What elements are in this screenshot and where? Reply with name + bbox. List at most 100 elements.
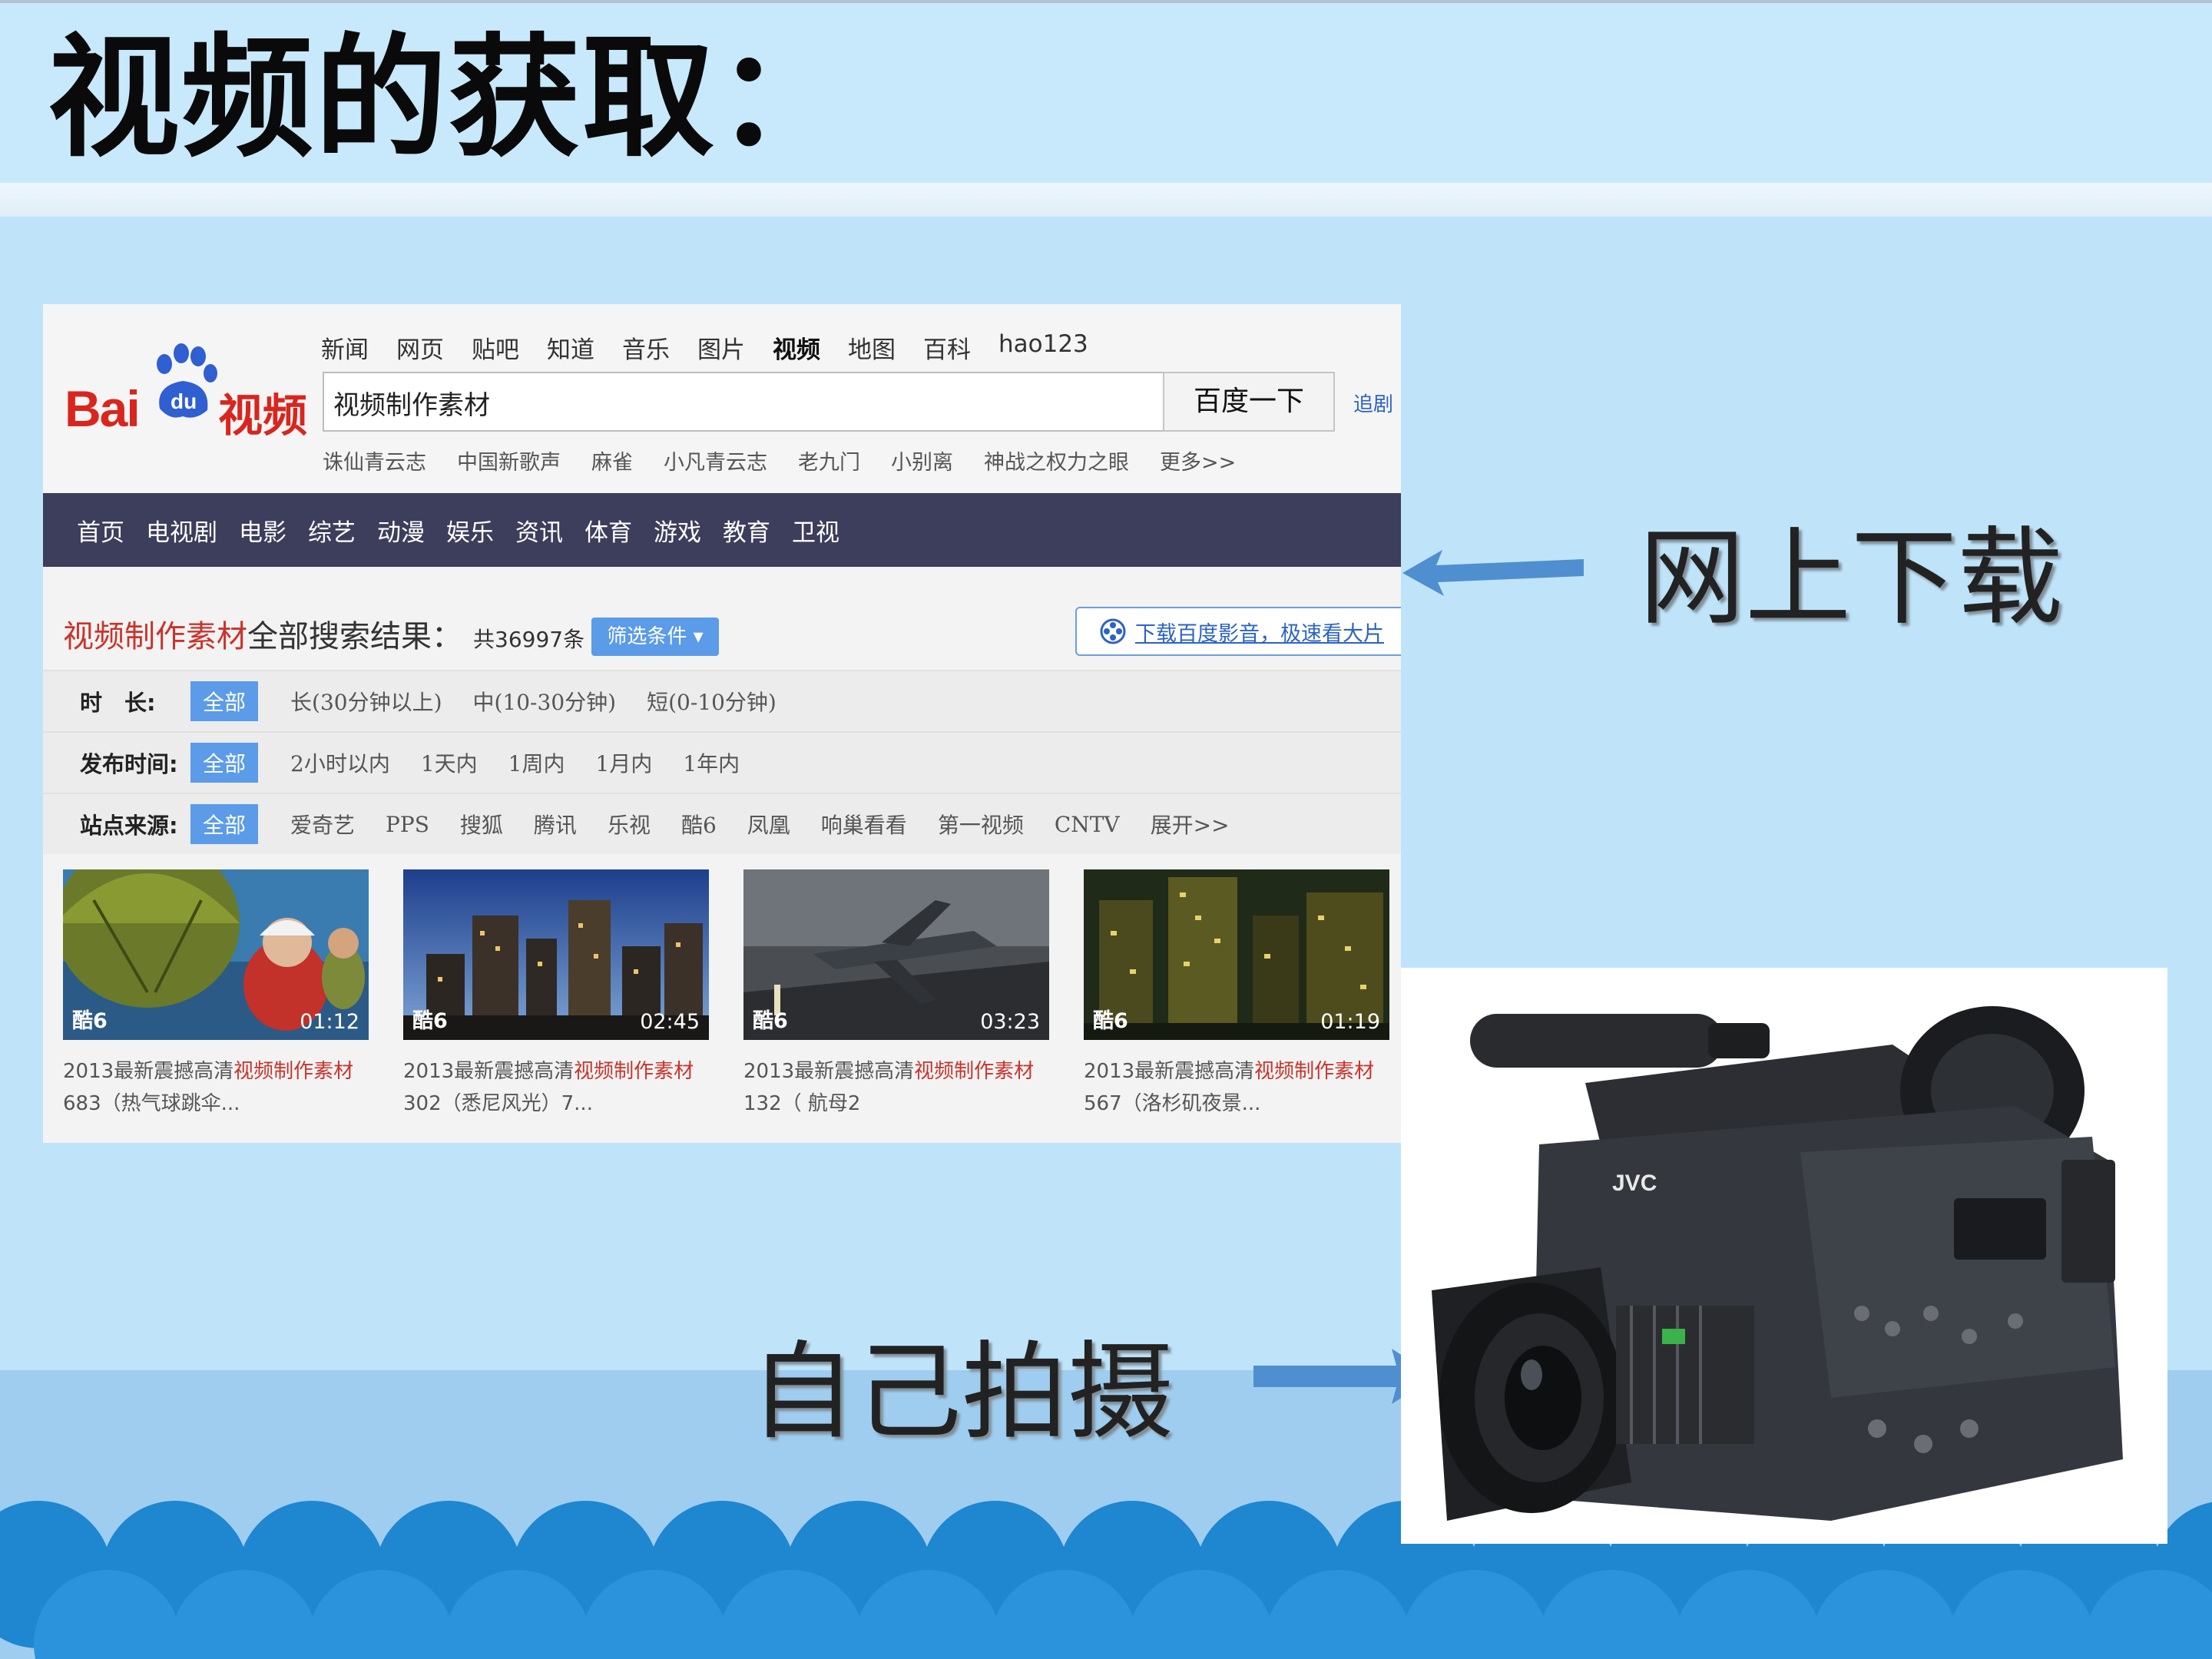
result-query: 视频制作素材 bbox=[63, 619, 247, 654]
film-reel-icon bbox=[1100, 618, 1126, 644]
filter-option[interactable]: 中(10-30分钟) bbox=[473, 686, 617, 717]
hot-word-link[interactable]: 麻雀 bbox=[591, 445, 633, 475]
filter-chip-all[interactable]: 全部 bbox=[190, 804, 259, 844]
filter-option[interactable]: CNTV bbox=[1055, 812, 1120, 837]
channel-tab[interactable]: 首页 bbox=[77, 513, 124, 548]
video-title[interactable]: 2013最新震撼高清视频制作素材 132（ 航母2 bbox=[743, 1055, 1049, 1120]
slide-title: 视频的获取： bbox=[48, 21, 849, 175]
filter-option[interactable]: PPS bbox=[386, 812, 429, 837]
video-card[interactable]: 酷6 02:45 2013最新震撼高清视频制作素材 302（悉尼风光）7... bbox=[403, 869, 709, 1120]
top-nav-item[interactable]: 知道 bbox=[547, 330, 594, 365]
video-source: 酷6 bbox=[1093, 1009, 1128, 1033]
title-divider-stripe bbox=[0, 183, 2212, 217]
filter-option[interactable]: 1月内 bbox=[596, 747, 653, 778]
hot-word-link[interactable]: 中国新歌声 bbox=[457, 445, 561, 475]
top-nav-item[interactable]: 新闻 bbox=[321, 330, 369, 365]
baidu-header: Bai du 视频 新闻 网页 贴吧 知道 音乐 图片 视频 地图 百科 hao… bbox=[43, 304, 1401, 493]
filter-conditions-button[interactable]: 筛选条件 ▾ bbox=[591, 618, 719, 656]
video-source: 酷6 bbox=[753, 1009, 788, 1033]
filter-option[interactable]: 第一视频 bbox=[938, 809, 1024, 839]
hot-word-link[interactable]: 诛仙青云志 bbox=[323, 445, 426, 475]
filter-label: 发布时间: bbox=[80, 751, 178, 777]
filter-option[interactable]: 凤凰 bbox=[747, 809, 790, 839]
video-title-keyword: 视频制作素材 bbox=[233, 1060, 354, 1083]
video-title[interactable]: 2013最新震撼高清视频制作素材 683（热气球跳伞... bbox=[63, 1055, 369, 1120]
video-title-line2: 302（悉尼风光）7... bbox=[403, 1092, 593, 1115]
video-title-line2: 567（洛杉矶夜景... bbox=[1084, 1092, 1261, 1115]
channel-tab[interactable]: 游戏 bbox=[654, 513, 701, 548]
video-title-keyword: 视频制作素材 bbox=[574, 1060, 694, 1083]
filter-label: 站点来源: bbox=[80, 813, 178, 839]
video-thumbnail[interactable]: 酷6 02:45 bbox=[403, 869, 709, 1040]
filter-option[interactable]: 长(30分钟以上) bbox=[290, 686, 442, 717]
filter-option[interactable]: 1周内 bbox=[508, 747, 565, 778]
top-nav-item[interactable]: 地图 bbox=[848, 330, 896, 365]
filter-chip-all[interactable]: 全部 bbox=[190, 681, 259, 721]
filter-option[interactable]: 爱奇艺 bbox=[290, 809, 355, 839]
video-card[interactable]: 酷6 01:12 2013最新震撼高清视频制作素材 683（热气球跳伞... bbox=[63, 869, 369, 1120]
filter-option[interactable]: 乐视 bbox=[608, 809, 651, 839]
top-nav: 新闻 网页 贴吧 知道 音乐 图片 视频 地图 百科 hao123 bbox=[321, 330, 1116, 365]
logo-text-bai: Bai bbox=[65, 380, 141, 437]
video-title-keyword: 视频制作素材 bbox=[914, 1060, 1035, 1083]
top-nav-item[interactable]: 贴吧 bbox=[472, 330, 519, 365]
download-player-banner[interactable]: 下载百度影音，极速看大片 bbox=[1075, 607, 1401, 656]
top-nav-item-active[interactable]: 视频 bbox=[773, 330, 820, 365]
channel-tab[interactable]: 动漫 bbox=[377, 513, 425, 548]
hot-word-link[interactable]: 小别离 bbox=[891, 445, 953, 475]
video-title-prefix: 2013最新震撼高清 bbox=[743, 1060, 915, 1083]
channel-tab[interactable]: 电影 bbox=[239, 513, 286, 548]
video-source: 酷6 bbox=[72, 1009, 108, 1033]
hot-word-link[interactable]: 小凡青云志 bbox=[664, 445, 767, 475]
filter-option[interactable]: 1天内 bbox=[421, 747, 478, 778]
top-nav-item[interactable]: 网页 bbox=[396, 330, 444, 365]
top-nav-item[interactable]: hao123 bbox=[998, 330, 1088, 365]
filter-option[interactable]: 1年内 bbox=[683, 747, 740, 778]
search-input[interactable]: 视频制作素材 bbox=[323, 372, 1164, 432]
video-thumbnail[interactable]: 酷6 01:12 bbox=[63, 869, 369, 1040]
filter-chip-all[interactable]: 全部 bbox=[190, 743, 259, 783]
top-nav-item[interactable]: 图片 bbox=[697, 330, 745, 365]
filter-option[interactable]: 响巢看看 bbox=[821, 809, 907, 839]
filter-option[interactable]: 短(0-10分钟) bbox=[647, 686, 777, 717]
label-shoot-yourself: 自己拍摄 bbox=[750, 1330, 1174, 1454]
arrow-left-icon bbox=[1402, 550, 1584, 596]
hot-words-more-link[interactable]: 更多>> bbox=[1160, 445, 1236, 475]
download-banner-text: 下载百度影音，极速看大片 bbox=[1135, 621, 1384, 646]
result-heading: 全部搜索结果： bbox=[247, 619, 462, 654]
video-title[interactable]: 2013最新震撼高清视频制作素材 302（悉尼风光）7... bbox=[403, 1055, 709, 1120]
video-title[interactable]: 2013最新震撼高清视频制作素材 567（洛杉矶夜景... bbox=[1084, 1055, 1389, 1120]
top-nav-item[interactable]: 音乐 bbox=[622, 330, 670, 365]
channel-tab[interactable]: 娱乐 bbox=[446, 513, 494, 548]
search-extra-link[interactable]: 追剧 bbox=[1353, 389, 1393, 417]
paw-icon: du bbox=[157, 343, 217, 418]
video-thumbnail[interactable]: 酷6 03:23 bbox=[743, 869, 1049, 1040]
hot-word-link[interactable]: 老九门 bbox=[798, 445, 860, 475]
filter-expand-link[interactable]: 展开>> bbox=[1151, 809, 1230, 839]
search-button[interactable]: 百度一下 bbox=[1163, 372, 1335, 432]
filter-option[interactable]: 酷6 bbox=[681, 809, 717, 839]
top-nav-item[interactable]: 百科 bbox=[923, 330, 971, 365]
logo-text-du: du bbox=[171, 389, 197, 413]
video-title-keyword: 视频制作素材 bbox=[1254, 1060, 1375, 1083]
channel-tab[interactable]: 教育 bbox=[723, 513, 770, 548]
channel-tab[interactable]: 电视剧 bbox=[146, 513, 217, 548]
channel-tab[interactable]: 体育 bbox=[584, 513, 632, 548]
video-duration: 01:19 bbox=[1320, 1010, 1380, 1034]
channel-tab[interactable]: 卫视 bbox=[792, 513, 839, 548]
filter-option[interactable]: 2小时以内 bbox=[290, 747, 390, 778]
filter-row-publish-time: 发布时间: 全部 2小时以内 1天内 1周内 1月内 1年内 bbox=[43, 731, 1401, 793]
video-card[interactable]: 酷6 03:23 2013最新震撼高清视频制作素材 132（ 航母2 bbox=[743, 869, 1049, 1120]
filter-option[interactable]: 腾讯 bbox=[534, 809, 577, 839]
channel-tab[interactable]: 综艺 bbox=[308, 513, 356, 548]
camcorder-photo: JVC bbox=[1401, 968, 2167, 1544]
logo-text-video: 视频 bbox=[218, 389, 308, 442]
hot-word-link[interactable]: 神战之权力之眼 bbox=[984, 445, 1129, 475]
result-count: 共36997条 bbox=[473, 627, 585, 652]
camera-brand: JVC bbox=[1612, 1171, 1657, 1196]
filter-option[interactable]: 搜狐 bbox=[460, 809, 503, 839]
video-card[interactable]: 酷6 01:19 2013最新震撼高清视频制作素材 567（洛杉矶夜景... bbox=[1084, 869, 1389, 1120]
baidu-video-logo[interactable]: Bai du 视频 bbox=[65, 341, 341, 442]
video-thumbnail[interactable]: 酷6 01:19 bbox=[1084, 869, 1389, 1040]
channel-tab[interactable]: 资讯 bbox=[515, 513, 563, 548]
